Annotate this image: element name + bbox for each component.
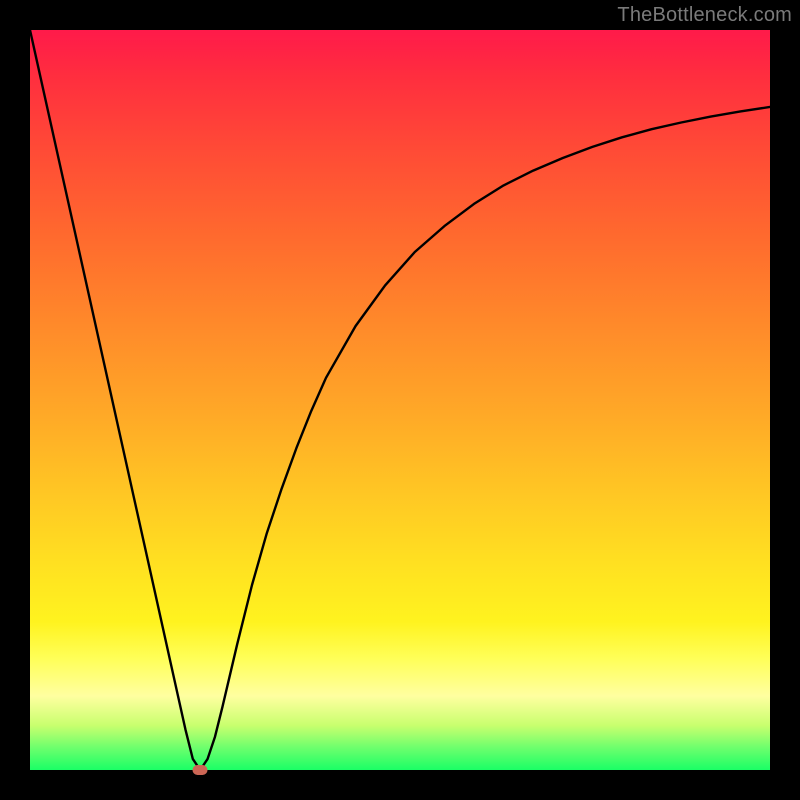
min-marker <box>193 765 208 775</box>
plot-area <box>30 30 770 770</box>
watermark-text: TheBottleneck.com <box>617 4 792 27</box>
bottleneck-curve <box>30 30 770 770</box>
curve-svg <box>30 30 770 770</box>
chart-frame: TheBottleneck.com <box>0 0 800 800</box>
